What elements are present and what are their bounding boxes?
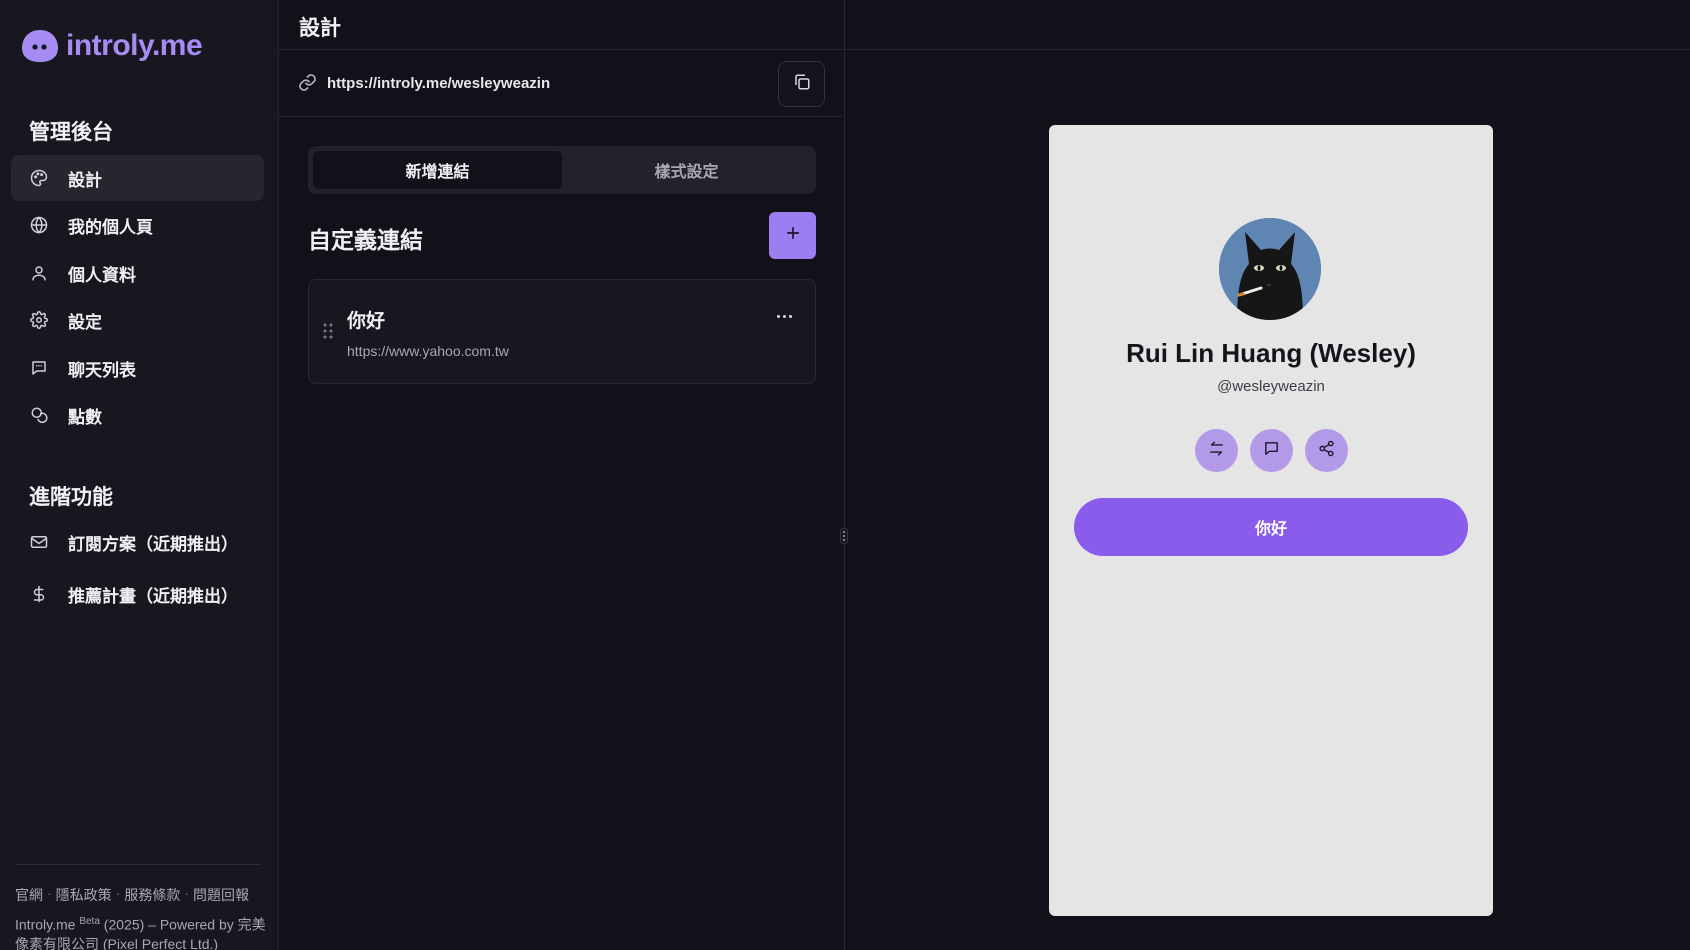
sidebar-divider — [15, 864, 260, 865]
sidebar-item-label: 設定 — [68, 312, 102, 332]
message-icon — [1263, 440, 1280, 462]
editor-tabs: 新增連結 樣式設定 — [308, 146, 816, 194]
footer-link-report[interactable]: 問題回報 — [193, 885, 249, 905]
sidebar-item-my-page[interactable]: 我的個人頁 — [11, 202, 264, 248]
footer-copyright: Introly.me Beta (2025) – Powered by 完美像素… — [15, 912, 277, 950]
tab-add-link[interactable]: 新增連結 — [313, 151, 562, 189]
ellipsis-icon — [776, 314, 780, 318]
link-title: 你好 — [347, 311, 386, 332]
swap-button[interactable] — [1194, 429, 1238, 472]
beta-badge: Beta — [79, 916, 100, 927]
sidebar-item-label: 訂閱方案（近期推出） — [68, 534, 238, 554]
gear-icon — [29, 310, 49, 330]
sidebar-item-profile[interactable]: 個人資料 — [11, 250, 264, 296]
logo-text: introly.me — [66, 29, 203, 62]
link-card[interactable]: 你好 https://www.yahoo.com.tw — [308, 279, 816, 384]
sidebar-item-label: 設計 — [68, 170, 102, 190]
sidebar-item-design[interactable]: 設計 — [11, 155, 264, 201]
swap-icon — [1208, 440, 1225, 462]
panel-resize-handle[interactable] — [840, 528, 848, 544]
sidebar-item-label: 推薦計畫（近期推出） — [68, 586, 238, 606]
add-link-button[interactable] — [769, 212, 816, 259]
preview-link-button[interactable]: 你好 — [1074, 498, 1468, 556]
link-url: https://www.yahoo.com.tw — [347, 343, 509, 359]
sidebar-item-referral[interactable]: 推薦計畫（近期推出） — [11, 571, 264, 617]
sidebar-item-label: 個人資料 — [68, 265, 136, 285]
chat-icon — [29, 358, 49, 378]
profile-handle: @wesleyweazin — [1217, 378, 1325, 395]
sidebar-item-settings[interactable]: 設定 — [11, 297, 264, 343]
share-button[interactable] — [1304, 429, 1348, 472]
link-icon — [298, 73, 317, 97]
logo-mark-icon — [20, 28, 60, 64]
profile-url-bar: https://introly.me/wesleyweazin — [279, 50, 845, 117]
footer-separator: · — [115, 885, 121, 901]
footer-separator: · — [184, 885, 190, 901]
tab-style-settings[interactable]: 樣式設定 — [562, 151, 811, 189]
more-options-button[interactable] — [769, 306, 799, 326]
footer-link-terms[interactable]: 服務條款 — [124, 885, 180, 905]
custom-links-title: 自定義連結 — [308, 227, 423, 253]
sidebar-item-label: 聊天列表 — [68, 360, 136, 380]
admin-section-title: 管理後台 — [29, 121, 113, 144]
globe-icon — [29, 215, 49, 235]
profile-name: Rui Lin Huang (Wesley) — [1126, 338, 1416, 368]
avatar — [1219, 218, 1321, 320]
advanced-section-title: 進階功能 — [29, 486, 113, 509]
footer-link-privacy[interactable]: 隱私政策 — [56, 885, 112, 905]
sidebar-item-label: 我的個人頁 — [68, 217, 153, 237]
plus-icon — [784, 224, 802, 247]
profile-actions — [1049, 429, 1493, 472]
drag-handle-icon[interactable] — [323, 323, 333, 344]
message-button[interactable] — [1249, 429, 1293, 472]
editor-panel: https://introly.me/wesleyweazin 新增連結 樣式設… — [279, 0, 845, 950]
coins-icon — [29, 405, 49, 425]
sidebar: introly.me 管理後台 設計 我的個人頁 個人資料 設定 聊天列表 點數… — [0, 0, 279, 950]
footer-separator: · — [47, 885, 52, 901]
sidebar-item-chats[interactable]: 聊天列表 — [11, 345, 264, 391]
dollar-icon — [29, 584, 49, 604]
logo[interactable]: introly.me — [20, 28, 203, 64]
mail-icon — [29, 532, 49, 552]
sidebar-item-points[interactable]: 點數 — [11, 392, 264, 438]
sidebar-item-label: 點數 — [68, 407, 102, 427]
footer-link-website[interactable]: 官網 — [15, 885, 43, 905]
copy-icon — [793, 73, 811, 96]
sidebar-item-subscription[interactable]: 訂閱方案（近期推出） — [11, 519, 264, 565]
footer-links: 官網 · 隱私政策 · 服務條款 · 問題回報 — [15, 885, 249, 905]
copy-url-button[interactable] — [778, 61, 825, 107]
share-icon — [1318, 440, 1335, 462]
palette-icon — [29, 168, 49, 188]
profile-preview-card: Rui Lin Huang (Wesley) @wesleyweazin 你好 — [1049, 125, 1493, 916]
user-icon — [29, 263, 49, 283]
copyright-brand: Introly.me — [15, 916, 76, 933]
profile-url[interactable]: https://introly.me/wesleyweazin — [327, 75, 550, 92]
